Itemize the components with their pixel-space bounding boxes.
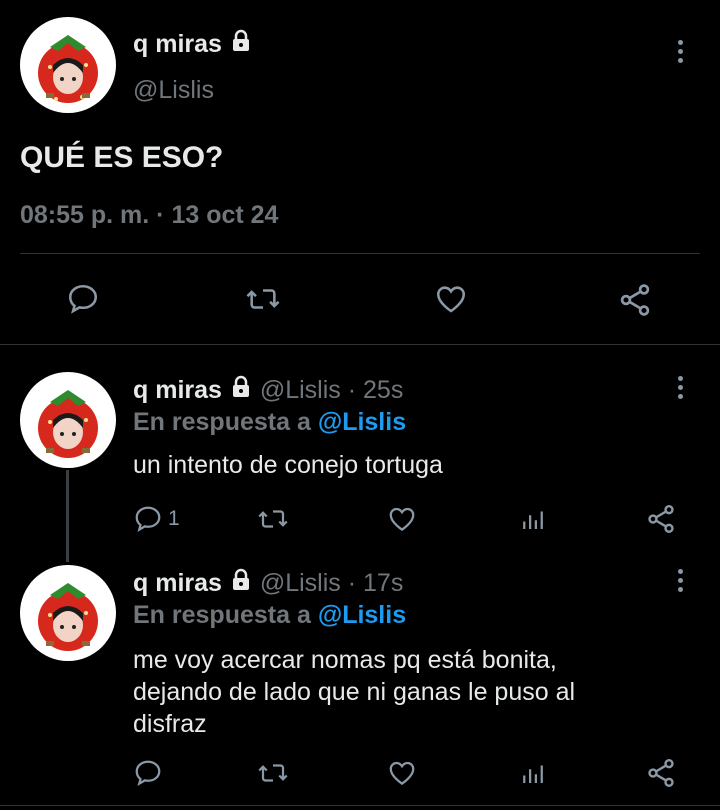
reply-to-link[interactable]: @Lislis	[318, 601, 406, 629]
avatar[interactable]	[20, 17, 116, 113]
share-icon[interactable]	[645, 757, 677, 789]
handle[interactable]: @Lislis	[260, 376, 341, 404]
relative-time[interactable]: · 25s	[348, 376, 404, 404]
tweet-text-line: me voy acercar nomas pq está bonita,	[133, 646, 557, 674]
like-icon[interactable]	[434, 282, 468, 316]
reply-icon[interactable]	[66, 282, 100, 316]
display-name[interactable]: q miras	[133, 376, 222, 404]
lock-icon	[229, 29, 253, 61]
display-name[interactable]: q miras	[133, 30, 222, 58]
views-icon[interactable]	[518, 504, 548, 534]
retweet-icon[interactable]	[258, 758, 288, 788]
share-icon[interactable]	[645, 503, 677, 535]
like-icon[interactable]	[387, 504, 417, 534]
retweet-icon[interactable]	[258, 504, 288, 534]
lock-icon	[229, 375, 253, 407]
tweet-text-line: dejando de lado que ni ganas le puso al	[133, 678, 576, 706]
tweet-text: un intento de conejo tortuga	[133, 451, 443, 479]
divider	[0, 344, 720, 345]
avatar[interactable]	[20, 565, 116, 661]
share-icon[interactable]	[617, 282, 653, 318]
retweet-icon[interactable]	[246, 282, 280, 316]
tweet-text: QUÉ ES ESO?	[20, 141, 224, 174]
more-icon[interactable]	[670, 561, 690, 601]
reply-context-label: En respuesta a	[133, 601, 311, 629]
reply-count: 1	[168, 507, 180, 530]
reply-icon[interactable]	[133, 758, 163, 788]
tweet-text-line: disfraz	[133, 710, 207, 738]
like-icon[interactable]	[387, 758, 417, 788]
thread-line	[66, 470, 69, 562]
relative-time[interactable]: · 17s	[348, 569, 404, 597]
divider	[0, 805, 720, 806]
views-icon[interactable]	[518, 758, 548, 788]
reply-to-link[interactable]: @Lislis	[318, 408, 406, 436]
timestamp[interactable]: 08:55 p. m. · 13 oct 24	[20, 199, 278, 231]
avatar[interactable]	[20, 372, 116, 468]
reply-context-label: En respuesta a	[133, 408, 311, 436]
more-icon[interactable]	[670, 32, 690, 72]
handle[interactable]: @Lislis	[133, 74, 214, 106]
divider	[20, 253, 700, 254]
reply-icon[interactable]	[133, 504, 163, 534]
tweet-text: me voy acercar nomas pq está bonita, dej…	[133, 644, 575, 740]
handle[interactable]: @Lislis	[260, 569, 341, 597]
display-name[interactable]: q miras	[133, 569, 222, 597]
lock-icon	[229, 568, 253, 600]
more-icon[interactable]	[670, 368, 690, 408]
